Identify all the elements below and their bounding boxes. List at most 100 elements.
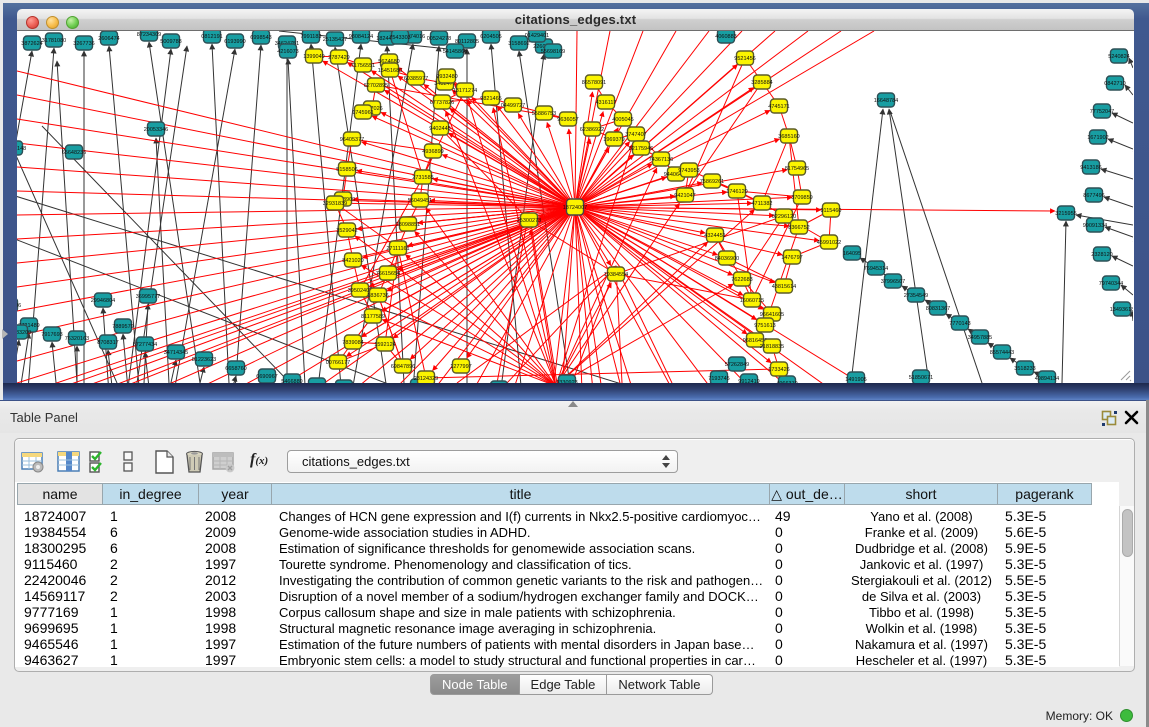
svg-text:74367136: 74367136 <box>649 157 673 163</box>
svg-text:37996507: 37996507 <box>881 279 905 285</box>
svg-text:76320163: 76320163 <box>65 336 89 342</box>
svg-text:16060715: 16060715 <box>740 298 764 304</box>
svg-text:54145868: 54145868 <box>443 49 467 55</box>
svg-text:13171274: 13171274 <box>453 88 477 94</box>
svg-text:87277434: 87277434 <box>133 342 157 348</box>
svg-text:7622683: 7622683 <box>731 277 752 283</box>
svg-text:9521456: 9521456 <box>734 56 755 62</box>
svg-text:13433200: 13433200 <box>17 330 31 336</box>
svg-text:6690967: 6690967 <box>256 374 277 380</box>
svg-text:62702895: 62702895 <box>364 83 388 89</box>
svg-text:9636057: 9636057 <box>557 117 578 123</box>
svg-text:28098851: 28098851 <box>396 222 420 228</box>
svg-text:4216073: 4216073 <box>277 49 298 55</box>
svg-text:80831367: 80831367 <box>926 306 950 312</box>
svg-text:3215955: 3215955 <box>1055 211 1076 217</box>
svg-text:1836736: 1836736 <box>367 293 388 299</box>
svg-text:20053346: 20053346 <box>144 127 168 133</box>
svg-text:4005045: 4005045 <box>612 117 633 123</box>
svg-text:0932480: 0932480 <box>436 74 457 80</box>
svg-text:60385977: 60385977 <box>404 76 428 82</box>
svg-text:1592124: 1592124 <box>374 342 395 348</box>
svg-text:36995777: 36995777 <box>136 294 160 300</box>
svg-text:8708317: 8708317 <box>97 340 118 346</box>
svg-text:87234309: 87234309 <box>137 32 161 38</box>
svg-text:85574443: 85574443 <box>990 350 1014 356</box>
svg-text:5240824: 5240824 <box>1108 54 1129 60</box>
svg-text:57262849: 57262849 <box>725 362 749 368</box>
svg-text:21818835: 21818835 <box>760 344 784 350</box>
svg-text:1745961: 1745961 <box>352 110 373 116</box>
svg-text:79740344: 79740344 <box>1099 281 1123 287</box>
svg-text:98084124: 98084124 <box>349 34 373 40</box>
svg-text:71756551: 71756551 <box>351 63 375 69</box>
svg-text:45991022: 45991022 <box>817 240 841 246</box>
svg-text:27354549: 27354549 <box>904 293 928 299</box>
svg-text:3872624: 3872624 <box>21 41 42 47</box>
svg-text:2787429: 2787429 <box>328 55 349 61</box>
svg-text:00524278: 00524278 <box>427 36 451 42</box>
svg-text:61595148: 61595148 <box>17 146 26 152</box>
svg-text:32931839: 32931839 <box>323 201 347 207</box>
svg-text:6204505: 6204505 <box>480 34 501 40</box>
svg-text:55698169: 55698169 <box>541 49 565 55</box>
svg-text:01429401: 01429401 <box>525 33 549 39</box>
svg-text:9751613: 9751613 <box>754 323 775 329</box>
svg-text:82175946: 82175946 <box>629 146 653 152</box>
svg-text:25135427: 25135427 <box>323 37 347 43</box>
svg-text:2606474: 2606474 <box>98 36 119 42</box>
svg-text:7917693: 7917693 <box>41 332 62 338</box>
svg-text:76945314: 76945314 <box>864 266 888 272</box>
svg-text:5009788: 5009788 <box>160 39 181 45</box>
svg-text:6998543: 6998543 <box>250 35 271 41</box>
svg-text:56049451: 56049451 <box>408 198 432 204</box>
svg-text:3685160: 3685160 <box>778 134 799 140</box>
svg-text:4060883: 4060883 <box>715 34 736 40</box>
svg-text:62386922: 62386922 <box>580 127 604 133</box>
svg-text:13493618: 13493618 <box>1110 307 1133 313</box>
svg-text:9115460: 9115460 <box>820 208 841 214</box>
svg-text:7543303: 7543303 <box>389 35 410 41</box>
svg-text:1399049: 1399049 <box>303 54 324 60</box>
svg-text:0842710: 0842710 <box>1104 81 1125 87</box>
svg-text:02296120: 02296120 <box>772 214 796 220</box>
svg-text:75869261: 75869261 <box>700 179 724 185</box>
svg-text:76615654: 76615654 <box>376 271 400 277</box>
svg-text:4745171: 4745171 <box>768 104 789 110</box>
svg-text:16648784: 16648784 <box>874 98 898 104</box>
svg-text:4324451: 4324451 <box>704 233 725 239</box>
svg-text:6658760: 6658760 <box>225 366 246 372</box>
svg-text:9421047: 9421047 <box>674 193 695 199</box>
svg-text:7839084: 7839084 <box>342 340 363 346</box>
svg-text:81177589: 81177589 <box>361 314 385 320</box>
svg-text:86578091: 86578091 <box>582 80 606 86</box>
svg-text:81754965: 81754965 <box>785 166 809 172</box>
svg-text:4316117: 4316117 <box>595 100 616 106</box>
svg-text:34714345: 34714345 <box>164 350 188 356</box>
svg-text:2731585: 2731585 <box>412 175 433 181</box>
svg-text:43815614: 43815614 <box>772 284 796 290</box>
svg-text:96641605: 96641605 <box>760 312 784 318</box>
svg-text:7193745: 7193745 <box>708 376 729 382</box>
svg-text:3285884: 3285884 <box>751 80 772 86</box>
svg-text:9821465: 9821465 <box>480 96 501 102</box>
svg-text:164095: 164095 <box>843 251 861 257</box>
svg-text:34957885: 34957885 <box>968 335 992 341</box>
svg-text:04499727: 04499727 <box>501 103 525 109</box>
svg-text:27111161: 27111161 <box>386 246 409 252</box>
svg-text:3518233: 3518233 <box>1014 366 1035 372</box>
svg-text:1733426: 1733426 <box>768 367 789 373</box>
svg-text:62729806: 62729806 <box>17 303 21 309</box>
svg-text:9743953: 9743953 <box>678 168 699 174</box>
svg-text:65648236: 65648236 <box>62 150 86 156</box>
svg-text:15451680: 15451680 <box>378 68 402 74</box>
svg-text:9413186: 9413186 <box>1080 165 1101 171</box>
svg-text:8677496: 8677496 <box>1083 193 1104 199</box>
svg-text:25300273: 25300273 <box>517 218 541 224</box>
svg-text:3747407: 3747407 <box>625 132 646 138</box>
svg-text:81223623: 81223623 <box>192 357 216 363</box>
svg-text:5158506: 5158506 <box>336 167 357 173</box>
svg-text:67737826: 67737826 <box>430 100 454 106</box>
svg-text:51850671: 51850671 <box>909 375 933 381</box>
svg-text:1277997: 1277997 <box>450 364 471 370</box>
